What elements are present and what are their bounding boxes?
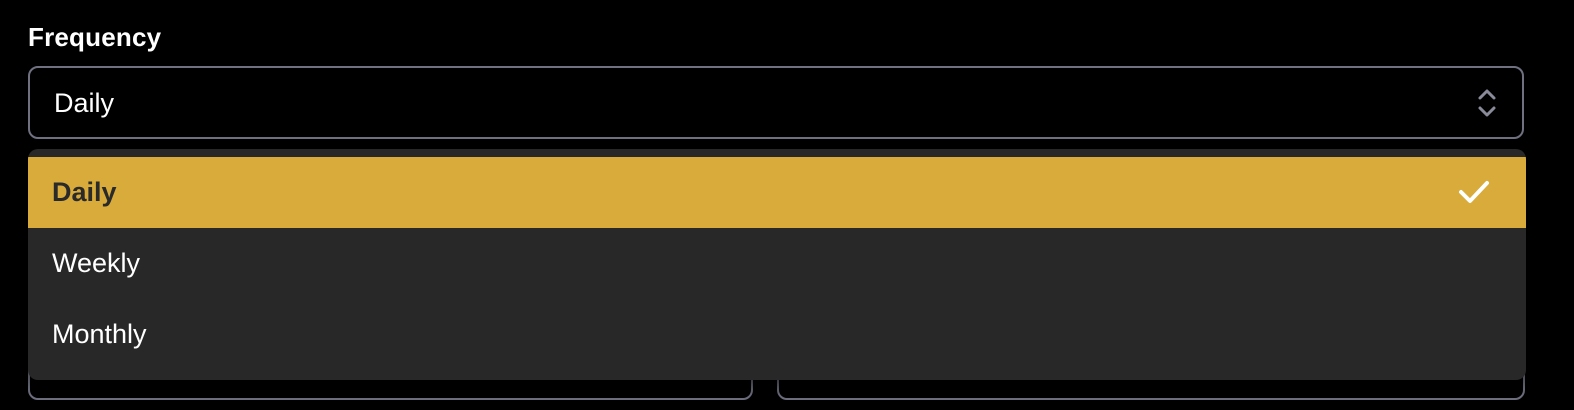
option-daily[interactable]: Daily [28,157,1526,228]
frequency-select-value: Daily [54,88,115,118]
option-label: Monthly [52,319,147,349]
frequency-form: Frequency Daily Daily Weekly Monthly [0,0,1574,410]
frequency-options-list: Daily Weekly Monthly [28,157,1526,370]
chevron-up-down-icon [1478,89,1496,117]
check-icon [1459,181,1489,203]
option-label: Daily [52,177,117,207]
frequency-select[interactable]: Daily [28,66,1524,139]
frequency-label: Frequency [28,22,162,52]
option-monthly[interactable]: Monthly [28,299,1526,370]
option-weekly[interactable]: Weekly [28,228,1526,299]
frequency-dropdown: Daily Weekly Monthly [28,149,1526,380]
option-label: Weekly [52,248,141,278]
